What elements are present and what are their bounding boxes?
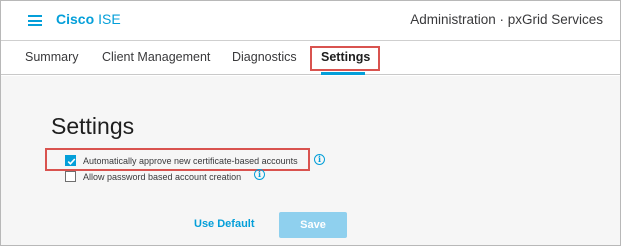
brand-product: ISE [98, 11, 121, 27]
tab-diagnostics[interactable]: Diagnostics [232, 50, 297, 64]
tab-client-management[interactable]: Client Management [102, 50, 210, 64]
auto-approve-label: Automatically approve new certificate-ba… [83, 156, 298, 166]
use-default-link[interactable]: Use Default [194, 218, 255, 230]
page-title: Settings [51, 113, 135, 139]
auto-approve-checkbox[interactable] [65, 155, 76, 166]
info-icon[interactable]: i [314, 154, 325, 165]
settings-panel: Settings Automatically approve new certi… [1, 76, 620, 245]
allow-password-checkbox[interactable] [65, 171, 76, 182]
allow-password-label: Allow password based account creation [83, 172, 242, 182]
save-button[interactable]: Save [279, 212, 347, 238]
tab-bar: Summary Client Management Diagnostics Se… [1, 42, 620, 75]
top-header: Cisco ISE Administration · pxGrid Service… [1, 1, 620, 41]
brand-logo[interactable]: Cisco ISE [56, 11, 121, 27]
active-tab-indicator [321, 72, 365, 75]
checkmark-icon [67, 158, 76, 165]
page-context-title: Administration · pxGrid Services [410, 12, 603, 27]
tab-summary[interactable]: Summary [25, 50, 78, 64]
hamburger-menu-icon[interactable] [28, 15, 42, 26]
info-icon[interactable]: i [254, 169, 265, 180]
brand-name: Cisco [56, 11, 95, 27]
tab-settings[interactable]: Settings [321, 50, 370, 64]
